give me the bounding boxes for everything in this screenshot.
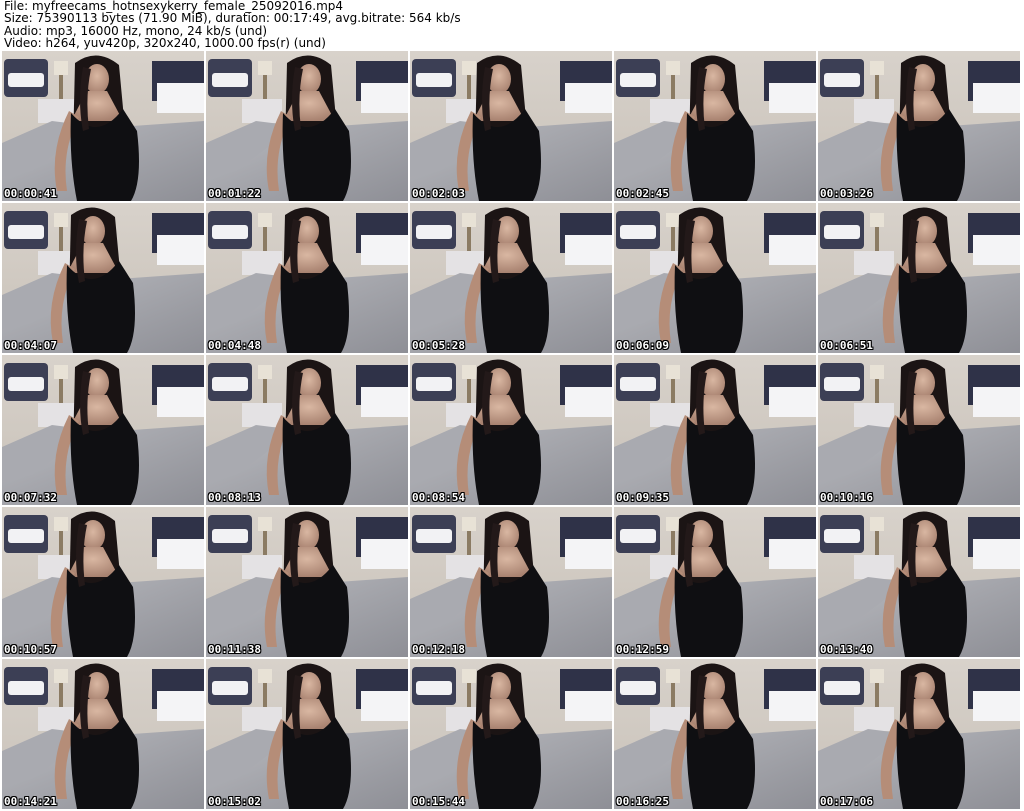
thumbnail-timestamp: 00:06:09 — [616, 339, 669, 352]
thumbnail-timestamp: 00:08:13 — [208, 491, 261, 504]
thumbnail-image — [818, 203, 1020, 353]
thumbnail-image — [2, 51, 204, 201]
thumbnail-image — [2, 355, 204, 505]
thumbnail-image — [206, 355, 408, 505]
video-thumbnail: 00:12:59 — [614, 507, 816, 657]
thumbnail-image — [206, 51, 408, 201]
video-thumbnail: 00:01:22 — [206, 51, 408, 201]
video-thumbnail: 00:08:54 — [410, 355, 612, 505]
thumbnail-timestamp: 00:14:21 — [4, 795, 57, 808]
thumbnail-timestamp: 00:02:03 — [412, 187, 465, 200]
video-thumbnail: 00:13:40 — [818, 507, 1020, 657]
video-thumbnail: 00:02:03 — [410, 51, 612, 201]
video-info-line: Video: h264, yuv420p, 320x240, 1000.00 f… — [4, 36, 326, 51]
thumbnail-timestamp: 00:07:32 — [4, 491, 57, 504]
thumbnail-image — [410, 507, 612, 657]
thumbnail-timestamp: 00:08:54 — [412, 491, 465, 504]
video-thumbnail: 00:09:35 — [614, 355, 816, 505]
thumbnail-image — [206, 659, 408, 809]
thumbnail-grid: 00:00:41 00:01:22 00:02:03 00:02:45 00:0… — [2, 51, 1022, 811]
video-thumbnail: 00:04:48 — [206, 203, 408, 353]
thumbnail-image — [410, 203, 612, 353]
video-thumbnail: 00:03:26 — [818, 51, 1020, 201]
thumbnail-image — [2, 659, 204, 809]
thumbnail-timestamp: 00:17:06 — [820, 795, 873, 808]
thumbnail-timestamp: 00:02:45 — [616, 187, 669, 200]
thumbnail-timestamp: 00:16:25 — [616, 795, 669, 808]
thumbnail-timestamp: 00:05:28 — [412, 339, 465, 352]
thumbnail-timestamp: 00:11:38 — [208, 643, 261, 656]
thumbnail-timestamp: 00:03:26 — [820, 187, 873, 200]
thumbnail-timestamp: 00:12:18 — [412, 643, 465, 656]
thumbnail-timestamp: 00:00:41 — [4, 187, 57, 200]
thumbnail-image — [410, 659, 612, 809]
thumbnail-image — [410, 355, 612, 505]
file-info-header: File: myfreecams_hotnsexykerry_female_25… — [4, 0, 1020, 50]
thumbnail-image — [614, 507, 816, 657]
video-thumbnail: 00:07:32 — [2, 355, 204, 505]
thumbnail-image — [410, 51, 612, 201]
video-thumbnail: 00:06:51 — [818, 203, 1020, 353]
thumbnail-image — [2, 507, 204, 657]
video-thumbnail: 00:04:07 — [2, 203, 204, 353]
thumbnail-image — [818, 659, 1020, 809]
thumbnail-image — [206, 507, 408, 657]
video-thumbnail: 00:17:06 — [818, 659, 1020, 809]
video-thumbnail: 00:14:21 — [2, 659, 204, 809]
thumbnail-image — [614, 51, 816, 201]
video-thumbnail: 00:15:44 — [410, 659, 612, 809]
thumbnail-timestamp: 00:06:51 — [820, 339, 873, 352]
thumbnail-image — [206, 203, 408, 353]
thumbnail-timestamp: 00:04:48 — [208, 339, 261, 352]
thumbnail-timestamp: 00:04:07 — [4, 339, 57, 352]
thumbnail-timestamp: 00:15:44 — [412, 795, 465, 808]
video-thumbnail: 00:05:28 — [410, 203, 612, 353]
thumbnail-timestamp: 00:10:57 — [4, 643, 57, 656]
video-thumbnail: 00:10:16 — [818, 355, 1020, 505]
thumbnail-timestamp: 00:10:16 — [820, 491, 873, 504]
thumbnail-timestamp: 00:13:40 — [820, 643, 873, 656]
thumbnail-timestamp: 00:09:35 — [616, 491, 669, 504]
thumbnail-image — [614, 659, 816, 809]
video-thumbnail: 00:02:45 — [614, 51, 816, 201]
video-thumbnail: 00:11:38 — [206, 507, 408, 657]
thumbnail-image — [818, 355, 1020, 505]
thumbnail-image — [2, 203, 204, 353]
thumbnail-image — [818, 507, 1020, 657]
thumbnail-timestamp: 00:12:59 — [616, 643, 669, 656]
video-thumbnail: 00:10:57 — [2, 507, 204, 657]
video-thumbnail: 00:16:25 — [614, 659, 816, 809]
file-size-line: Size: 75390113 bytes (71.90 MiB), durati… — [4, 11, 461, 26]
thumbnail-timestamp: 00:01:22 — [208, 187, 261, 200]
thumbnail-image — [614, 355, 816, 505]
video-thumbnail: 00:12:18 — [410, 507, 612, 657]
thumbnail-image — [818, 51, 1020, 201]
video-thumbnail: 00:15:02 — [206, 659, 408, 809]
video-thumbnail: 00:06:09 — [614, 203, 816, 353]
video-thumbnail: 00:00:41 — [2, 51, 204, 201]
video-thumbnail: 00:08:13 — [206, 355, 408, 505]
thumbnail-timestamp: 00:15:02 — [208, 795, 261, 808]
thumbnail-image — [614, 203, 816, 353]
